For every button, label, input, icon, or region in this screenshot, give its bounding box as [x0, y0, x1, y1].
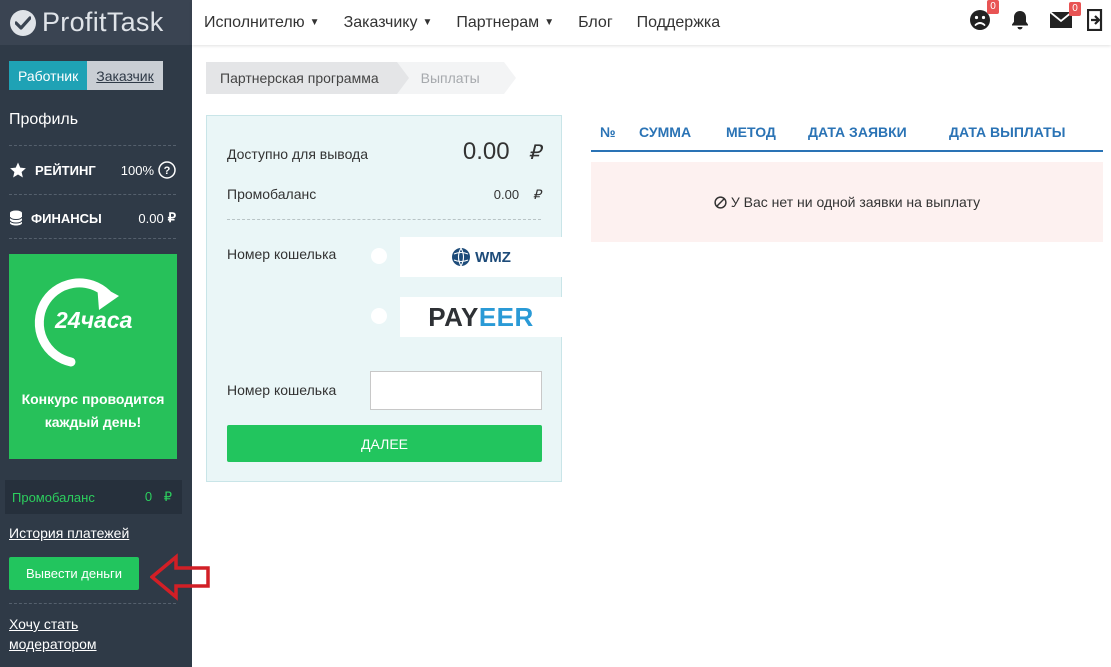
nav-customer[interactable]: Заказчику ▼ [344, 14, 433, 32]
column-number: № [600, 124, 616, 140]
divider [9, 238, 176, 239]
banner-text: Конкурс проводится каждый день! [21, 391, 165, 430]
payeer-logo-pay: PAY [428, 301, 479, 332]
nav-partners[interactable]: Партнерам ▼ [456, 14, 554, 32]
star-icon [10, 162, 26, 178]
column-payout-date: ДАТА ВЫПЛАТЫ [949, 124, 1066, 140]
method-wmz-card[interactable]: WMZ [400, 237, 562, 277]
contest-banner[interactable]: 24часа Конкурс проводится каждый день! [9, 254, 177, 459]
brand-name: ProfitTask [42, 7, 164, 37]
complaints-button[interactable]: 0 [969, 0, 999, 36]
messages-badge: 0 [1069, 2, 1081, 16]
become-moderator-link[interactable]: Хочу стать модератором [9, 614, 129, 654]
messages-button[interactable]: 0 [1049, 2, 1081, 34]
caret-down-icon: ▼ [544, 17, 555, 28]
role-customer-button[interactable]: Заказчик [87, 61, 163, 90]
method-payeer-card[interactable]: PAYEER [400, 297, 562, 337]
rating-row: РЕЙТИНГ 100% ? [9, 161, 176, 179]
payment-history-link[interactable]: История платежей [9, 523, 129, 543]
withdraw-panel: Доступно для вывода 0.00 ₽ Промобаланс 0… [206, 115, 562, 482]
webmoney-globe-icon [452, 247, 471, 267]
ban-icon [714, 195, 727, 209]
rating-label: РЕЙТИНГ [35, 162, 96, 178]
available-value: 0.00 [462, 138, 510, 165]
promo-balance: Промобаланс 0 ₽ [5, 480, 182, 514]
currency-sign: ₽ [532, 187, 541, 202]
divider [9, 603, 176, 604]
banner-hours: 24часа [55, 307, 133, 333]
currency-sign: ₽ [163, 489, 172, 504]
breadcrumb-partner-program[interactable]: Партнерская программа [206, 62, 409, 94]
method-wmz-radio[interactable] [371, 248, 387, 264]
rating-value: 100% [120, 162, 154, 178]
currency-sign: ₽ [167, 210, 176, 225]
divider [227, 219, 541, 220]
finance-row: ФИНАНСЫ 0.00 ₽ [9, 210, 176, 226]
wallet-number-input[interactable] [370, 371, 542, 410]
arrow-left-icon [150, 553, 210, 601]
method-payeer-radio[interactable] [371, 308, 387, 324]
role-switch: Работник Заказчик [9, 61, 163, 90]
divider [9, 194, 176, 195]
nav-support[interactable]: Поддержка [637, 14, 720, 32]
database-icon [9, 210, 23, 226]
logout-icon [1086, 8, 1103, 32]
column-method: МЕТОД [726, 124, 776, 140]
promo-value: 0.00 [493, 187, 520, 202]
logo[interactable]: ProfitTask [0, 0, 192, 45]
payouts-table-header: № СУММА МЕТОД ДАТА ЗАЯВКИ ДАТА ВЫПЛАТЫ [591, 115, 1103, 152]
promo-label: Промобаланс [12, 489, 95, 505]
method-wmz-label: WMZ [475, 248, 511, 266]
profile-link[interactable]: Профиль [9, 111, 78, 129]
column-request-date: ДАТА ЗАЯВКИ [808, 124, 907, 140]
role-worker-button[interactable]: Работник [9, 61, 88, 90]
caret-down-icon: ▼ [422, 17, 433, 28]
finance-value: 0.00 [138, 210, 164, 226]
column-amount: СУММА [639, 124, 692, 140]
breadcrumb: Партнерская программа Выплаты [206, 62, 516, 94]
breadcrumb-payouts: Выплаты [396, 62, 516, 94]
empty-message: У Вас нет ни одной заявки на выплату [730, 194, 981, 210]
finance-label: ФИНАНСЫ [31, 210, 102, 226]
currency-sign: ₽ [528, 142, 541, 164]
help-icon[interactable]: ? [158, 161, 176, 179]
top-navigation: Исполнителю ▼ Заказчику ▼ Партнерам ▼ Блог … [192, 0, 1111, 45]
payeer-logo-eer: EER [478, 301, 534, 332]
promo-row: Промобаланс 0.00 ₽ [227, 186, 541, 203]
next-button[interactable]: ДАЛЕЕ [227, 425, 542, 462]
bell-icon [1012, 11, 1028, 30]
promo-label: Промобаланс [227, 186, 317, 202]
divider [9, 145, 176, 146]
payouts-empty-state: У Вас нет ни одной заявки на выплату [591, 162, 1103, 242]
promo-value: 0 [144, 489, 153, 504]
checkmark-icon [10, 9, 36, 36]
available-row: Доступно для вывода 0.00 ₽ [227, 138, 541, 166]
notifications-button[interactable] [1009, 9, 1031, 36]
svg-text:?: ? [164, 165, 171, 177]
complaints-badge: 0 [987, 0, 999, 14]
caret-down-icon: ▼ [309, 17, 320, 28]
nav-performer[interactable]: Исполнителю ▼ [204, 14, 320, 32]
withdraw-money-button[interactable]: Вывести деньги [9, 557, 139, 590]
logout-button[interactable] [1086, 8, 1103, 36]
available-label: Доступно для вывода [227, 146, 369, 162]
nav-blog[interactable]: Блог [578, 14, 613, 32]
